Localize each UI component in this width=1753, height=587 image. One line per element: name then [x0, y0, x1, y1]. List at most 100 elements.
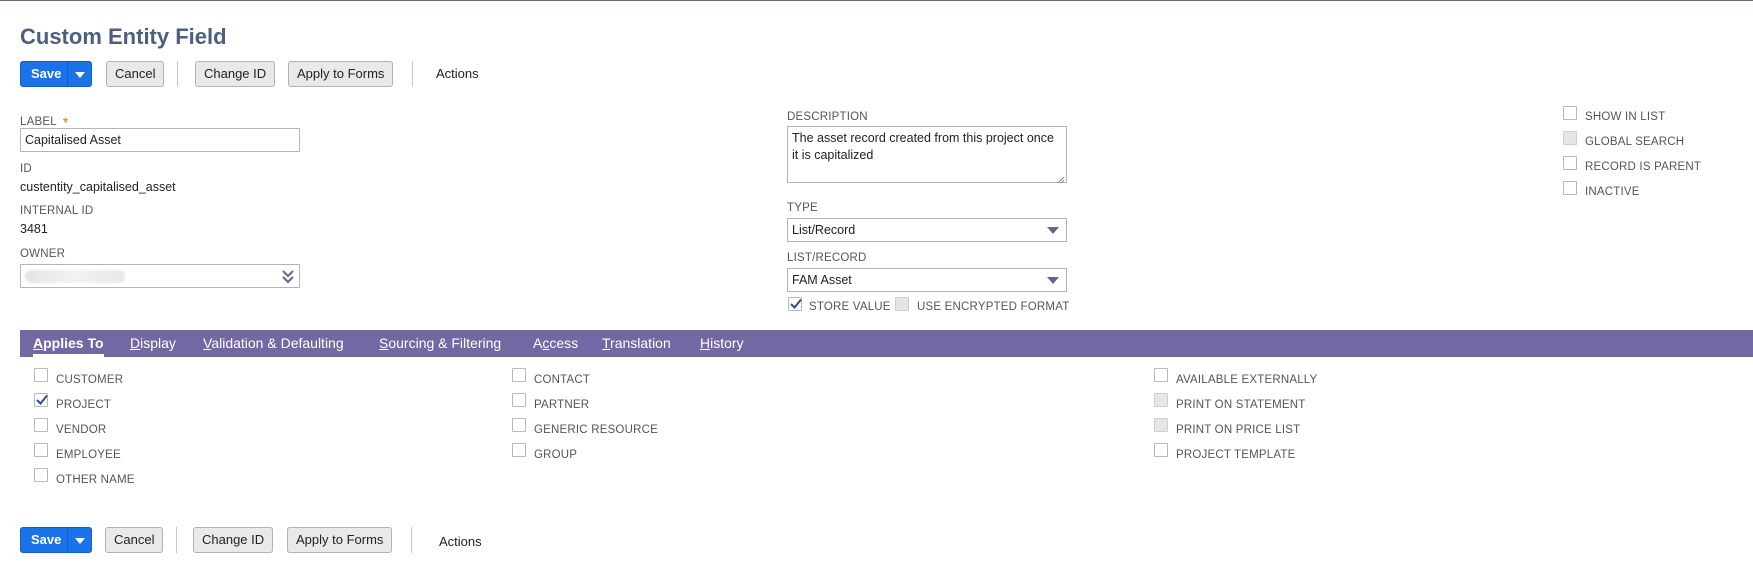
list-record-label: LIST/RECORD — [787, 252, 867, 264]
caret-down-icon — [74, 72, 85, 78]
tab-label: isplay — [140, 335, 176, 351]
checkmark-icon — [36, 394, 48, 405]
inactive-checkbox[interactable] — [1563, 181, 1577, 195]
tab-hotkey: S — [379, 335, 389, 351]
owner-label: OWNER — [20, 248, 66, 260]
employee-checkbox[interactable] — [34, 443, 48, 457]
tab-history[interactable]: History — [700, 335, 744, 351]
id-value: custentity_capitalised_asset — [20, 180, 176, 194]
tab-label: alidation & Defaulting — [211, 335, 344, 351]
record-is-parent-label: RECORD IS PARENT — [1585, 161, 1702, 173]
toolbar-separator — [176, 527, 177, 553]
show-in-list-label: SHOW IN LIST — [1585, 111, 1666, 123]
tab-hotkey: A — [33, 335, 44, 351]
customer-checkbox[interactable] — [34, 368, 48, 382]
top-border — [0, 0, 1753, 1]
global-search-label: GLOBAL SEARCH — [1585, 136, 1685, 148]
caret-down-icon — [1047, 277, 1059, 284]
project-label: PROJECT — [56, 399, 112, 411]
tab-label: pplies To — [43, 335, 104, 351]
print-on-statement-label: PRINT ON STATEMENT — [1176, 399, 1306, 411]
checkmark-icon — [790, 298, 802, 309]
label-field-label: LABEL * — [20, 112, 68, 130]
toolbar-separator — [411, 527, 412, 553]
record-is-parent-checkbox[interactable] — [1563, 156, 1577, 170]
internal-id-label: INTERNAL ID — [20, 205, 94, 217]
toolbar-separator — [412, 61, 413, 87]
caret-down-icon — [74, 538, 85, 544]
store-value-checkbox[interactable] — [788, 297, 802, 311]
other-name-checkbox[interactable] — [34, 468, 48, 482]
contact-label: CONTACT — [534, 374, 591, 386]
page-title: Custom Entity Field — [20, 24, 227, 49]
tab-hotkey: D — [130, 335, 141, 351]
tab-label: istory — [710, 335, 744, 351]
tab-sourcing-filtering[interactable]: Sourcing & Filtering — [379, 335, 501, 351]
apply-to-forms-button[interactable]: Apply to Forms — [287, 527, 393, 553]
tab-translation[interactable]: Translation — [602, 335, 671, 351]
caret-down-icon — [1047, 227, 1059, 234]
available-externally-checkbox[interactable] — [1154, 368, 1168, 382]
tab-label: ranslation — [610, 335, 671, 351]
label-input[interactable] — [20, 128, 300, 152]
actions-menu[interactable]: Actions — [439, 529, 482, 555]
type-selected-value: List/Record — [792, 223, 856, 237]
type-select[interactable]: List/Record — [787, 218, 1067, 242]
tab-validation-defaulting[interactable]: Validation & Defaulting — [203, 335, 344, 351]
apply-to-forms-button[interactable]: Apply to Forms — [288, 61, 394, 87]
internal-id-value: 3481 — [20, 222, 48, 236]
store-value-label: STORE VALUE — [809, 301, 891, 313]
save-dropdown-button[interactable] — [67, 527, 92, 553]
list-record-select[interactable]: FAM Asset — [787, 268, 1067, 292]
type-label: TYPE — [787, 202, 818, 214]
id-label: ID — [20, 163, 32, 175]
vendor-checkbox[interactable] — [34, 418, 48, 432]
change-id-button[interactable]: Change ID — [195, 61, 276, 87]
owner-select[interactable] — [20, 264, 300, 288]
actions-menu[interactable]: Actions — [436, 61, 479, 87]
description-label: DESCRIPTION — [787, 111, 868, 123]
employee-label: EMPLOYEE — [56, 449, 121, 461]
use-encrypted-format-label: USE ENCRYPTED FORMAT — [917, 301, 1070, 313]
vendor-label: VENDOR — [56, 424, 107, 436]
contact-checkbox[interactable] — [512, 368, 526, 382]
save-button[interactable]: Save — [20, 61, 73, 87]
group-checkbox[interactable] — [512, 443, 526, 457]
list-record-selected-value: FAM Asset — [792, 273, 852, 287]
project-template-checkbox[interactable] — [1154, 443, 1168, 457]
print-on-price-list-checkbox[interactable] — [1154, 418, 1168, 432]
subtab-bar: Applies To Display Validation & Defaulti… — [20, 330, 1753, 357]
tab-label: cess — [549, 335, 579, 351]
global-search-checkbox[interactable] — [1563, 131, 1577, 145]
double-chevron-down-icon — [282, 270, 294, 284]
project-template-label: PROJECT TEMPLATE — [1176, 449, 1296, 461]
cancel-button[interactable]: Cancel — [105, 527, 164, 553]
label-text: LABEL — [20, 116, 57, 128]
inactive-label: INACTIVE — [1585, 186, 1640, 198]
partner-checkbox[interactable] — [512, 393, 526, 407]
cancel-button[interactable]: Cancel — [106, 61, 165, 87]
toolbar-separator — [177, 61, 178, 87]
tab-hotkey: H — [700, 335, 711, 351]
show-in-list-checkbox[interactable] — [1563, 106, 1577, 120]
tab-access[interactable]: Access — [533, 335, 578, 351]
save-button[interactable]: Save — [20, 527, 73, 553]
partner-label: PARTNER — [534, 399, 590, 411]
use-encrypted-format-checkbox[interactable] — [895, 297, 909, 311]
generic-resource-label: GENERIC RESOURCE — [534, 424, 658, 436]
tab-hotkey: T — [602, 335, 611, 351]
group-label: GROUP — [534, 449, 578, 461]
generic-resource-checkbox[interactable] — [512, 418, 526, 432]
tab-applies-to[interactable]: Applies To — [33, 335, 104, 357]
other-name-label: OTHER NAME — [56, 474, 135, 486]
tab-label: ourcing & Filtering — [388, 335, 502, 351]
change-id-button[interactable]: Change ID — [193, 527, 274, 553]
project-checkbox[interactable] — [34, 393, 48, 407]
customer-label: CUSTOMER — [56, 374, 124, 386]
print-on-statement-checkbox[interactable] — [1154, 393, 1168, 407]
description-textarea[interactable]: The asset record created from this proje… — [787, 126, 1067, 183]
tab-display[interactable]: Display — [130, 335, 176, 351]
save-dropdown-button[interactable] — [67, 61, 92, 87]
print-on-price-list-label: PRINT ON PRICE LIST — [1176, 424, 1301, 436]
resize-handle-icon[interactable] — [1057, 176, 1065, 184]
